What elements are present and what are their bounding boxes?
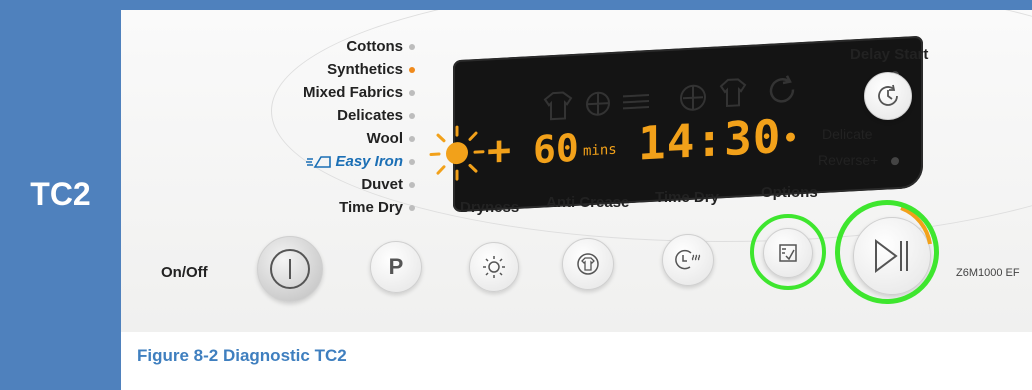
anti-crease-label: Anti Crease [546,194,630,211]
tshirt-ghost-icon [719,78,747,108]
power-button[interactable] [257,236,323,302]
start-highlight-ring [835,200,939,304]
indicator-led [409,182,415,189]
status-led [786,132,795,142]
top-bar [0,0,1032,10]
reverse-label: Reverse+ [818,152,879,168]
delay-start-button[interactable] [864,72,912,120]
indicator-led [409,136,415,143]
plus-sign: + [487,127,512,175]
dryness-button[interactable] [469,242,519,292]
sun-dryness-icon [429,125,485,181]
diagnostic-code-label: TC2 [30,176,91,212]
program-mixed-fabrics[interactable]: Mixed Fabrics [303,84,415,101]
program-label: Mixed Fabrics [302,84,403,101]
program-button[interactable]: P [370,241,422,293]
program-wool[interactable]: Wool [367,130,415,147]
lines-ghost-icon [623,94,649,110]
program-duvet[interactable]: Duvet [361,176,415,193]
indicator-led [409,90,415,97]
options-highlight-ring [750,214,826,290]
time-dry-label: Time Dry [655,189,719,206]
program-label: Easy Iron [335,153,403,170]
indicator-led [409,44,415,51]
time-display: 14:30 [638,109,782,171]
anti-crease-button[interactable] [562,238,614,290]
anti-crease-icon [577,253,599,275]
indicator-led-active [409,67,415,74]
on-off-label: On/Off [161,264,208,281]
duration-value: 60 [533,125,579,173]
basket-ghost-icon [680,84,706,111]
options-label: Options [761,184,818,201]
globe-ghost-icon [586,91,610,116]
indicator-led [409,205,415,212]
program-delicates[interactable]: Delicates [337,107,415,124]
program-synthetics[interactable]: Synthetics [327,61,415,78]
indicator-led [409,159,415,166]
clock-arrow-icon [878,84,898,106]
timer-steam-icon [675,249,701,270]
program-label: Wool [366,130,403,147]
program-label: Synthetics [327,61,403,78]
figure-caption: Figure 8-2 Diagnostic TC2 [137,346,347,365]
power-icon-bar [289,259,291,279]
refresh-ghost-icon [769,75,795,103]
program-label: Delicates [337,107,403,124]
program-easy-iron[interactable]: Easy Iron [306,153,415,170]
indicator-led [409,113,415,120]
iron-icon [306,156,332,168]
delicate-label: Delicate [822,126,873,142]
duration-unit: mins [583,141,617,160]
model-number: Z6M1000 EF [956,267,1020,279]
shirt-ghost-icon [543,91,573,121]
power-icon [270,249,310,289]
reverse-indicator-led [891,156,899,166]
sun-icon [483,256,505,278]
program-label: Time Dry [339,199,403,216]
program-cottons[interactable]: Cottons [346,38,415,55]
program-label: Duvet [361,176,403,193]
dryer-control-panel: Cottons Synthetics Mixed Fabrics Delicat… [121,10,1032,332]
program-label: Cottons [346,38,403,55]
delay-start-label: Delay Start [850,46,929,63]
program-button-label: P [388,254,404,279]
time-dry-button[interactable] [662,234,714,286]
dryness-label: Dryness [460,199,520,216]
program-time-dry[interactable]: Time Dry [339,199,415,216]
